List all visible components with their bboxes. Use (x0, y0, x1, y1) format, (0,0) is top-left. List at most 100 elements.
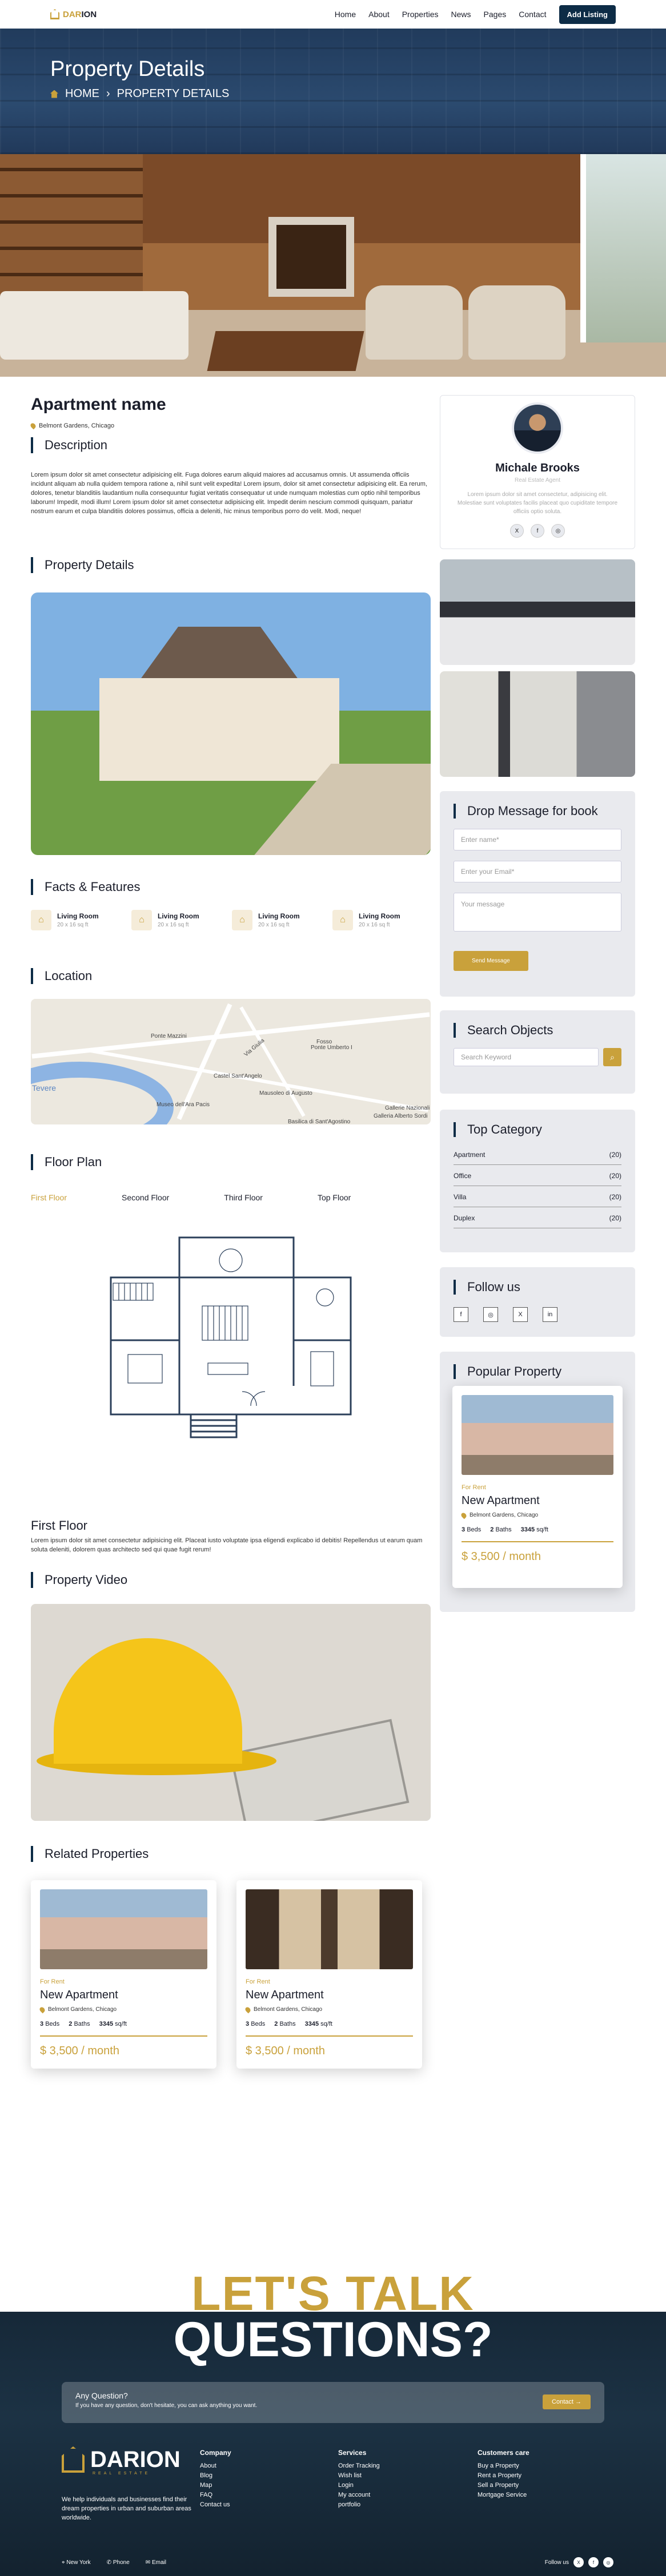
name-input[interactable]: Enter name* (454, 829, 621, 850)
nav-pages[interactable]: Pages (484, 10, 507, 19)
instagram-icon[interactable]: ◎ (603, 2557, 613, 2567)
footer-link-portfolio[interactable]: portfolio (338, 2501, 380, 2508)
fact-size: 20 x 16 sq ft (359, 922, 390, 928)
category-item-duplex[interactable]: Duplex (20) (454, 1207, 621, 1228)
property-name[interactable]: New Apartment (246, 1989, 413, 2002)
footer-link-map[interactable]: Map (200, 2482, 231, 2489)
location-text: Belmont Gardens, Chicago (470, 1512, 539, 1518)
property-location: Belmont Gardens, Chicago (38, 2006, 207, 2013)
footer-link-mortgage[interactable]: Mortgage Service (478, 2492, 529, 2498)
location-map[interactable]: Ponte Mazzini Via Giulia Fosso Castel Sa… (31, 999, 431, 1124)
location-pin-icon: ⌖ (62, 2559, 65, 2566)
category-name: Villa (454, 1193, 467, 1201)
property-thumbnail[interactable] (40, 1889, 207, 1969)
floor-tabs: First Floor Second Floor Third Floor Top… (31, 1193, 351, 1202)
search-icon[interactable]: ⌕ (603, 1048, 621, 1066)
baths-count: 2 (69, 2021, 73, 2027)
property-stats: 3 Beds 2 Baths 3345 sq/ft (40, 2021, 207, 2027)
fact-size: 20 x 16 sq ft (258, 922, 290, 928)
footer-services-links: Services Order Tracking Wish list Login … (338, 2449, 380, 2511)
linkedin-icon[interactable]: in (543, 1307, 557, 1322)
property-photo[interactable] (31, 592, 431, 855)
house-logo-icon (62, 2446, 85, 2473)
facebook-icon[interactable]: f (588, 2557, 599, 2567)
footer-link-sell[interactable]: Sell a Property (478, 2482, 529, 2489)
property-thumbnail[interactable] (246, 1889, 413, 1969)
footer-link-buy[interactable]: Buy a Property (478, 2462, 529, 2469)
tab-second-floor[interactable]: Second Floor (122, 1193, 169, 1202)
baths-count: 2 (274, 2021, 278, 2027)
footer-link-order-tracking[interactable]: Order Tracking (338, 2462, 380, 2469)
brand-logo[interactable]: DARION (50, 9, 97, 19)
fact-item: ⌂ Living Room 20 x 16 sq ft (131, 910, 228, 930)
beds-stat: 3 Beds (462, 1526, 481, 1533)
property-name[interactable]: New Apartment (40, 1989, 207, 2002)
tab-third-floor[interactable]: Third Floor (224, 1193, 263, 1202)
footer-link-login[interactable]: Login (338, 2482, 380, 2489)
property-name[interactable]: New Apartment (462, 1494, 613, 1507)
instagram-icon[interactable]: ◎ (483, 1307, 498, 1322)
add-listing-button[interactable]: Add Listing (559, 5, 616, 24)
facebook-icon[interactable]: f (454, 1307, 468, 1322)
footer-link-my-account[interactable]: My account (338, 2492, 380, 2498)
map-label: Museo dell'Ara Pacis (157, 1102, 210, 1108)
tab-first-floor[interactable]: First Floor (31, 1193, 67, 1202)
nav-about[interactable]: About (368, 10, 390, 19)
footer-link-about[interactable]: About (200, 2462, 231, 2469)
floor-plan-heading: Floor Plan (31, 1154, 102, 1170)
fact-item: ⌂ Living Room 20 x 16 sq ft (232, 910, 329, 930)
property-thumbnail[interactable] (462, 1395, 613, 1475)
footer-link-contact[interactable]: Contact us (200, 2501, 231, 2508)
gallery-photo-bedroom[interactable] (440, 559, 635, 665)
category-item-office[interactable]: Office (20) (454, 1165, 621, 1186)
footer-link-faq[interactable]: FAQ (200, 2492, 231, 2498)
facebook-icon[interactable]: f (531, 524, 544, 538)
room-icon: ⌂ (332, 910, 353, 930)
nav-properties[interactable]: Properties (402, 10, 439, 19)
x-icon[interactable]: X (510, 524, 524, 538)
fact-title: Living Room (359, 912, 400, 920)
search-input[interactable]: Search Keyword (454, 1048, 599, 1066)
email-input[interactable]: Enter your Email* (454, 861, 621, 882)
tab-top-floor[interactable]: Top Floor (318, 1193, 351, 1202)
send-message-button[interactable]: Send Message (454, 951, 528, 971)
area-value: 3345 (520, 1526, 535, 1533)
footer-logo[interactable]: DARION REAL ESTATE (62, 2446, 180, 2476)
beds-count: 3 (40, 2021, 44, 2027)
property-banner-image (0, 154, 666, 377)
category-item-apartment[interactable]: Apartment (20) (454, 1144, 621, 1165)
x-icon[interactable]: X (513, 1307, 528, 1322)
footer-link-rent[interactable]: Rent a Property (478, 2472, 529, 2479)
facts-heading: Facts & Features (31, 879, 141, 895)
property-price: $ 3,500 / month (246, 2035, 413, 2058)
footer-phone[interactable]: ✆ Phone (107, 2559, 130, 2566)
related-property-card[interactable]: For Rent New Apartment Belmont Gardens, … (31, 1880, 216, 2069)
related-property-card[interactable]: For Rent New Apartment Belmont Gardens, … (236, 1880, 422, 2069)
x-icon[interactable]: X (573, 2557, 584, 2567)
footer-link-blog[interactable]: Blog (200, 2472, 231, 2479)
footer-link-wish-list[interactable]: Wish list (338, 2472, 380, 2479)
apartment-name: Apartment name (31, 395, 166, 414)
nav-news[interactable]: News (451, 10, 471, 19)
follow-widget: Follow us f ◎ X in (440, 1267, 635, 1337)
contact-banner-title: Any Question? (75, 2391, 128, 2400)
listing-tag: For Rent (246, 1978, 270, 1985)
questions-heading: QUESTIONS? (173, 2312, 493, 2367)
nav-home[interactable]: Home (335, 10, 356, 19)
message-form-heading: Drop Message for book (454, 804, 621, 819)
footer-email[interactable]: ✉ Email (146, 2559, 166, 2566)
location-text: Belmont Gardens, Chicago (254, 2006, 323, 2013)
nav-contact[interactable]: Contact (519, 10, 546, 19)
breadcrumb-home[interactable]: HOME (65, 87, 99, 100)
contact-button[interactable]: Contact → (543, 2394, 591, 2409)
location-text: New York (66, 2559, 91, 2566)
agent-socials: X f ◎ (440, 524, 635, 538)
property-price: $ 3,500 / month (462, 1541, 613, 1563)
popular-property-card[interactable]: For Rent New Apartment Belmont Gardens, … (452, 1386, 623, 1588)
beds-stat: 3 Beds (246, 2021, 265, 2027)
category-item-villa[interactable]: Villa (20) (454, 1186, 621, 1207)
instagram-icon[interactable]: ◎ (551, 524, 565, 538)
gallery-photo-kitchen[interactable] (440, 671, 635, 777)
property-video[interactable] (31, 1604, 431, 1821)
message-textarea[interactable]: Your message (454, 893, 621, 932)
